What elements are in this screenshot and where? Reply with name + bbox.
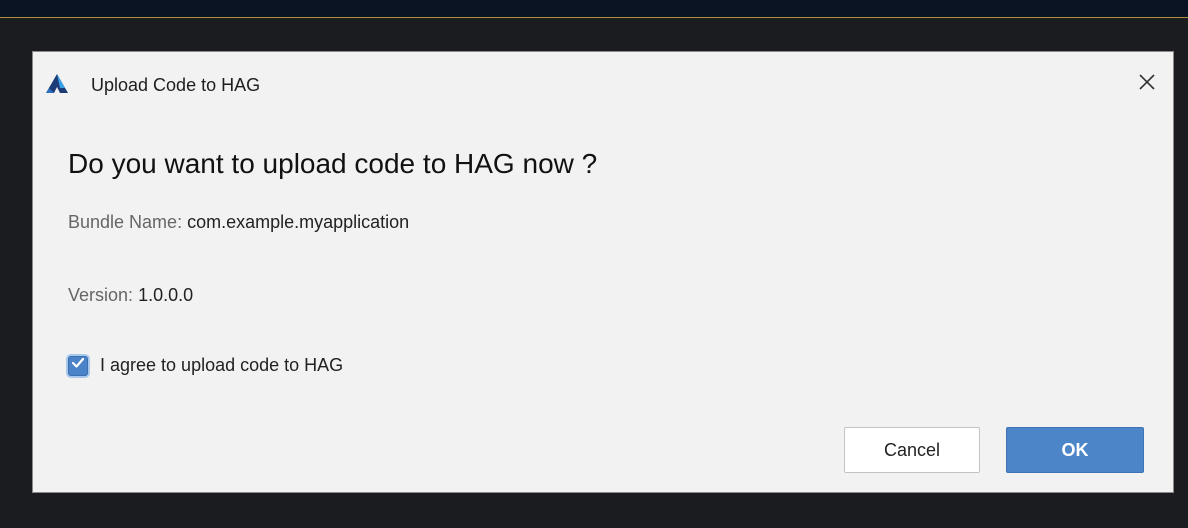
cancel-button[interactable]: Cancel [844,427,980,473]
dialog-title-bar: Upload Code to HAG [33,52,1173,116]
agree-checkbox[interactable] [68,355,88,376]
bundle-name-row: Bundle Name: com.example.myapplication [68,212,409,233]
close-button[interactable] [1133,70,1161,98]
bundle-name-label: Bundle Name: [68,212,183,232]
checkmark-icon [71,356,85,375]
background-window-strip [0,0,1188,18]
version-label: Version: [68,285,134,305]
version-value: 1.0.0.0 [138,285,194,305]
close-icon [1138,73,1156,96]
ok-button[interactable]: OK [1006,427,1144,473]
bundle-name-value: com.example.myapplication [187,212,410,232]
upload-dialog: Upload Code to HAG Do you want to upload… [32,51,1174,493]
agree-label: I agree to upload code to HAG [100,355,344,375]
app-logo-icon [45,73,69,95]
dialog-headline: Do you want to upload code to HAG now ? [68,148,598,179]
dialog-title: Upload Code to HAG [91,75,261,95]
agree-checkbox-row[interactable]: I agree to upload code to HAG [68,355,343,376]
version-row: Version: 1.0.0.0 [68,285,193,306]
